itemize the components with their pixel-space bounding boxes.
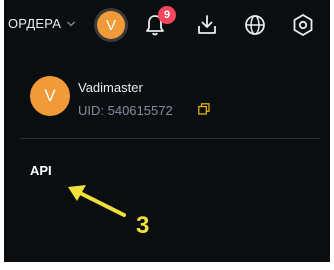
user-id: UID: 540615572 bbox=[78, 103, 173, 118]
api-menu-item[interactable]: API bbox=[30, 163, 52, 178]
user-avatar-button[interactable]: V bbox=[94, 8, 128, 42]
avatar-initial: V bbox=[97, 11, 125, 39]
settings-icon[interactable] bbox=[290, 12, 316, 38]
globe-icon[interactable] bbox=[242, 12, 268, 38]
notification-badge: 9 bbox=[158, 6, 176, 24]
download-icon[interactable] bbox=[194, 12, 220, 38]
orders-label: ОРДЕРА bbox=[8, 16, 62, 31]
chevron-down-icon bbox=[67, 21, 76, 26]
copy-icon[interactable] bbox=[198, 103, 210, 115]
profile-avatar: V bbox=[30, 76, 70, 116]
menu-divider bbox=[20, 138, 320, 139]
username: Vadimaster bbox=[78, 80, 143, 95]
user-menu-panel: ОРДЕРА V 9 V Vadimaster UID: 540615572 A… bbox=[4, 0, 330, 262]
step-number-annotation: 3 bbox=[136, 212, 150, 239]
top-navigation-bar: ОРДЕРА V 9 bbox=[4, 0, 330, 50]
orders-dropdown[interactable]: ОРДЕРА bbox=[8, 16, 76, 31]
